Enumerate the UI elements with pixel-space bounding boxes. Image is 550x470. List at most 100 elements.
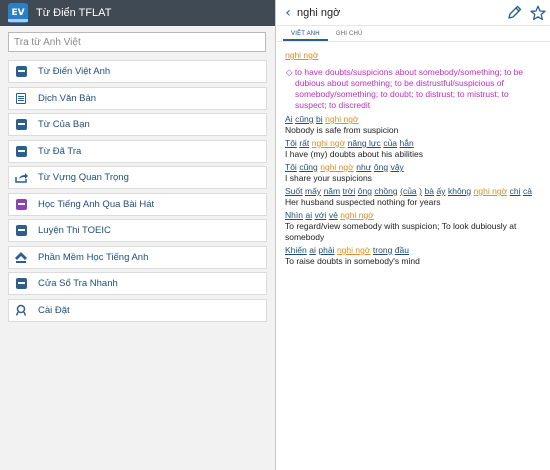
example-word-link[interactable]: Tôi: [285, 162, 297, 172]
example-vietnamese: Ai cũng bị nghi ngờ: [285, 114, 542, 125]
example-word-link[interactable]: không: [448, 186, 471, 196]
example-word-link[interactable]: Nhìn: [285, 210, 303, 220]
menu-item-label: Từ Đã Tra: [38, 145, 82, 157]
example-word-link[interactable]: ấy: [436, 186, 445, 196]
example-word-link[interactable]: Ai: [285, 114, 293, 124]
example-word-link[interactable]: trong: [373, 245, 392, 255]
example-english: To raise doubts in somebody's mind: [285, 256, 420, 266]
example-word-link[interactable]: chồng: [374, 186, 397, 196]
back-chevron-icon[interactable]: ‹: [281, 6, 295, 20]
example-word-link[interactable]: ai: [309, 245, 316, 255]
dictionary-icon: [14, 65, 28, 79]
search-input[interactable]: [8, 32, 266, 52]
example-word-link[interactable]: cũng: [299, 162, 317, 172]
example-word-link[interactable]: năm: [324, 186, 341, 196]
menu-item-tu-da-tra[interactable]: Từ Đã Tra: [8, 139, 267, 163]
examples-list: Ai cũng bị nghi ngờ Nobody is safe from susp…: [285, 114, 542, 267]
example-word-link[interactable]: rất: [299, 138, 309, 148]
example-word-link[interactable]: của: [383, 138, 397, 148]
menu-item-label: Từ Vựng Quan Trọng: [38, 172, 129, 183]
menu-item-phan-mem-hoc-tieng-anh[interactable]: Phần Mềm Học Tiếng Anh: [8, 245, 267, 269]
app-title: Từ Điển TFLAT: [36, 7, 112, 19]
apps-icon: [14, 250, 28, 264]
example-word-link[interactable]: nghi ngờ: [474, 186, 507, 196]
example-english: Nobody is safe from suspicion: [285, 125, 399, 135]
menu-item-tu-cua-ban[interactable]: Từ Của Bạn: [8, 113, 267, 136]
menu-item-dich-van-ban[interactable]: Dịch Văn Bản: [8, 86, 267, 110]
example-vietnamese: Khiến ai phải nghi ngờ trong đầu: [285, 245, 542, 256]
example-word-link[interactable]: bị: [316, 114, 323, 124]
example-word-link[interactable]: phải: [318, 245, 334, 255]
example-word-link[interactable]: ai: [305, 210, 312, 220]
example-word-link[interactable]: nghi ngờ: [325, 114, 358, 124]
example-word-link[interactable]: Khiến: [285, 245, 307, 255]
example-word-link[interactable]: cả: [523, 186, 532, 196]
example-word-link[interactable]: (của: [400, 186, 417, 196]
menu-item-tu-vung-quan-trong[interactable]: Từ Vựng Quan Trọng: [8, 166, 267, 189]
menu-item-label: Học Tiếng Anh Qua Bài Hát: [38, 198, 155, 210]
tab-viet-anh[interactable]: VIỆT ANH: [283, 31, 328, 41]
quick-window-icon: [14, 277, 28, 291]
share-icon: [14, 171, 28, 185]
menu-item-label: Dịch Văn Bản: [38, 92, 97, 104]
settings-icon: [14, 303, 28, 317]
headword[interactable]: nghi ngờ: [285, 50, 542, 61]
example-word-link[interactable]: vẻ: [329, 210, 338, 220]
example-word-link[interactable]: nghi ngờ: [320, 162, 353, 172]
entry-content: nghi ngờ ◇ to have doubts/suspicions abo…: [277, 42, 550, 267]
example-vietnamese: Tôi cũng nghi ngờ như ông vậy: [285, 162, 542, 173]
example-word-link[interactable]: mấy: [305, 186, 321, 196]
app-header: EV Từ Điển TFLAT: [0, 0, 275, 26]
menu-list: Từ Điển Việt Anh Dịch Văn Bản Từ Của Bạn…: [0, 60, 275, 322]
example-english: I have (my) doubts about his abilities: [285, 149, 423, 159]
document-icon: [14, 91, 28, 105]
example-word-link[interactable]: Tôi: [285, 138, 297, 148]
example-english: Her husband suspected nothing for years: [285, 197, 441, 207]
menu-item-label: Từ Điển Việt Anh: [38, 66, 111, 77]
menu-item-tu-dien-viet-anh[interactable]: Từ Điển Việt Anh: [8, 60, 267, 83]
example-word-link[interactable]: năng lực: [348, 138, 381, 148]
example-vietnamese: Tôi rất nghi ngờ năng lực của hắn: [285, 138, 542, 149]
example-vietnamese: Nhìn ai với vẻ nghi ngờ: [285, 210, 542, 221]
sense-definition: ◇ to have doubts/suspicions about somebo…: [286, 67, 524, 110]
example-word-link[interactable]: cũng: [295, 114, 313, 124]
example-word-link[interactable]: chị: [510, 186, 521, 196]
example-word-link[interactable]: bà: [425, 186, 434, 196]
example-word-link[interactable]: với: [315, 210, 327, 220]
example-english: I share your suspicions: [285, 173, 372, 183]
pencil-icon: [507, 5, 521, 19]
example-english: To regard/view somebody with suspicion; …: [285, 221, 517, 242]
menu-item-hoc-qua-bai-hat[interactable]: Học Tiếng Anh Qua Bài Hát: [8, 192, 267, 216]
menu-item-label: Cài Đặt: [38, 304, 70, 316]
sidebar: EV Từ Điển TFLAT Từ Điển Việt Anh Dịch V…: [0, 0, 276, 470]
example-word-link[interactable]: đầu: [395, 245, 409, 255]
example-word-link[interactable]: nghi ngờ: [340, 210, 373, 220]
app-logo-icon: EV: [8, 3, 28, 23]
example-word-link[interactable]: ông: [374, 162, 388, 172]
example-word-link[interactable]: ông: [358, 186, 372, 196]
example-word-link[interactable]: ): [419, 186, 422, 196]
menu-item-label: Cửa Sổ Tra Nhanh: [38, 278, 118, 289]
music-book-icon: [14, 197, 28, 211]
menu-item-luyen-thi-toeic[interactable]: Luyện Thi TOEIC: [8, 219, 267, 242]
example-vietnamese: Suốt mấy năm trời ông chồng (của) bà ấy không nghi…: [285, 186, 542, 197]
search-bar: [0, 26, 275, 52]
detail-header: ‹ nghi ngờ: [277, 0, 550, 26]
history-book-icon: [14, 144, 28, 158]
edit-button[interactable]: [502, 1, 526, 25]
example-word-link[interactable]: vậy: [391, 162, 404, 172]
menu-item-cai-dat[interactable]: Cài Đặt: [8, 298, 267, 322]
word-title: nghi ngờ: [297, 6, 341, 19]
example-word-link[interactable]: trời: [343, 186, 356, 196]
example-word-link[interactable]: như: [356, 162, 371, 172]
detail-tabs: VIỆT ANH GHI CHÚ: [277, 26, 550, 42]
example-word-link[interactable]: nghi ngờ: [312, 138, 345, 148]
menu-item-cua-so-tra-nhanh[interactable]: Cửa Sổ Tra Nhanh: [8, 272, 267, 295]
menu-item-label: Phần Mềm Học Tiếng Anh: [38, 251, 149, 263]
favorite-button[interactable]: [526, 1, 550, 25]
tab-ghi-chu[interactable]: GHI CHÚ: [328, 31, 371, 41]
example-word-link[interactable]: Suốt: [285, 186, 303, 196]
logo-text: EV: [11, 8, 25, 18]
example-word-link[interactable]: nghi ngờ: [337, 245, 370, 255]
example-word-link[interactable]: hắn: [400, 138, 414, 148]
